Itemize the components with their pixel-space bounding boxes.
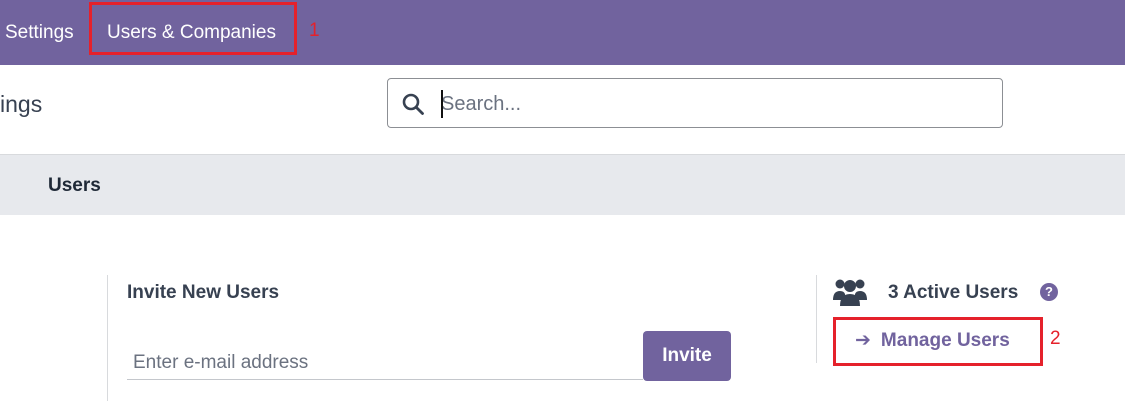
annotation-number-2: 2 bbox=[1050, 328, 1061, 349]
annotation-box-1 bbox=[89, 2, 297, 55]
section-header bbox=[0, 154, 1125, 215]
invite-button[interactable]: Invite bbox=[643, 331, 731, 381]
divider bbox=[107, 275, 108, 401]
annotation-number-1: 1 bbox=[309, 20, 320, 41]
users-icon bbox=[833, 279, 867, 306]
email-field[interactable] bbox=[127, 346, 643, 380]
text-cursor bbox=[441, 90, 443, 118]
annotation-box-2 bbox=[833, 317, 1043, 366]
nav-item-settings[interactable]: Settings bbox=[5, 0, 74, 65]
search-input[interactable] bbox=[441, 88, 981, 120]
help-icon[interactable]: ? bbox=[1040, 283, 1058, 301]
divider bbox=[816, 275, 817, 363]
invite-users-title: Invite New Users bbox=[127, 282, 280, 303]
search-icon[interactable] bbox=[401, 92, 425, 116]
breadcrumb[interactable]: ings bbox=[0, 91, 42, 118]
section-title: Users bbox=[48, 175, 101, 196]
active-users-count: 3 Active Users bbox=[888, 282, 1019, 303]
